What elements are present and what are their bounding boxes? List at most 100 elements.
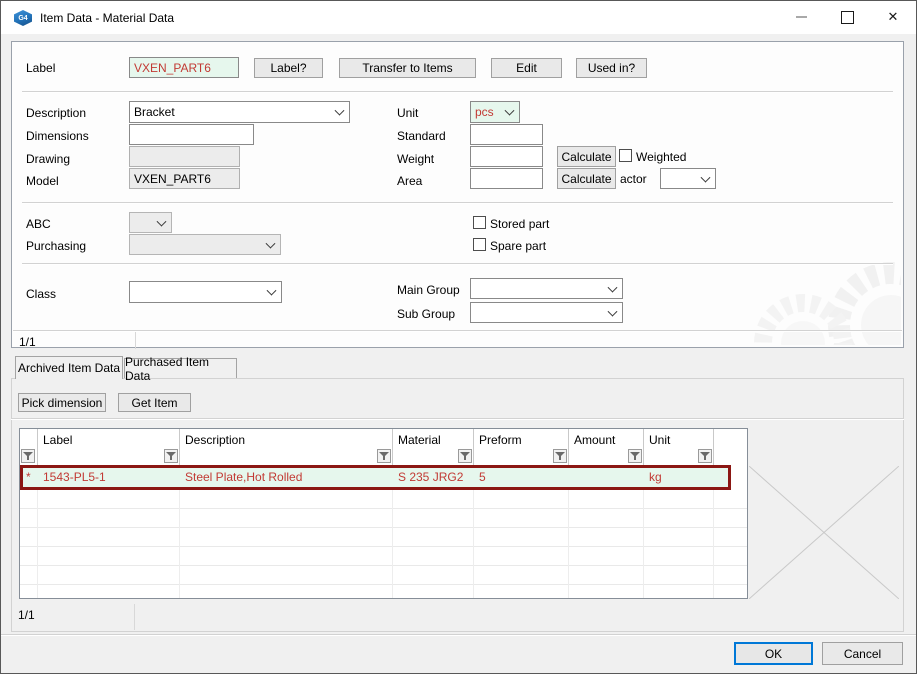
bottom-record-pager: 1/1 — [18, 608, 35, 622]
weight-input[interactable] — [470, 146, 543, 167]
column-header-description[interactable]: Description — [180, 429, 393, 465]
class-caption: Class — [26, 287, 56, 301]
chevron-down-icon — [505, 106, 515, 116]
transfer-to-items-button[interactable]: Transfer to Items — [339, 58, 476, 78]
drawing-caption: Drawing — [26, 152, 70, 166]
column-header-preform[interactable]: Preform — [474, 429, 569, 465]
ok-button[interactable]: OK — [734, 642, 813, 665]
gear-watermark — [741, 195, 901, 345]
filter-icon[interactable] — [21, 449, 35, 463]
used-in-button[interactable]: Used in? — [576, 58, 647, 78]
cell-unit: kg — [644, 465, 714, 490]
tab-archived-item-data[interactable]: Archived Item Data — [15, 356, 123, 379]
column-header-amount[interactable]: Amount — [569, 429, 644, 465]
main-group-combo[interactable] — [470, 278, 623, 299]
class-combo[interactable] — [129, 281, 282, 303]
area-input[interactable] — [470, 168, 543, 189]
unit-caption: Unit — [397, 106, 418, 120]
separator — [22, 91, 893, 93]
grid-header: Label Description Material Preform Amoun… — [20, 429, 747, 465]
grid-column-line — [643, 490, 644, 599]
get-item-button[interactable]: Get Item — [118, 393, 191, 412]
grid-column-line — [713, 490, 714, 599]
spare-part-checkbox[interactable] — [473, 238, 486, 251]
column-title: Unit — [649, 433, 670, 447]
column-title: Material — [398, 433, 441, 447]
cell-amount — [569, 465, 644, 490]
material-data-panel: Label Label? Transfer to Items Edit Used… — [11, 41, 904, 348]
top-record-pager: 1/1 — [19, 335, 36, 349]
pick-dimension-button[interactable]: Pick dimension — [18, 393, 106, 412]
chevron-down-icon — [608, 306, 618, 316]
window-title: Item Data - Material Data — [40, 11, 174, 25]
label-input[interactable] — [129, 57, 239, 78]
column-header-unit[interactable]: Unit — [644, 429, 714, 465]
calculate-weight-button[interactable]: Calculate — [557, 146, 616, 167]
separator — [22, 202, 893, 204]
factor-caption: actor — [620, 172, 647, 186]
app-icon: G4 — [14, 10, 32, 26]
separator — [22, 263, 893, 265]
chevron-down-icon — [157, 216, 167, 226]
maximize-button[interactable] — [824, 1, 870, 33]
abc-combo — [129, 212, 172, 233]
row-marker: * — [20, 465, 38, 490]
dimensions-caption: Dimensions — [26, 129, 89, 143]
unit-combo[interactable]: pcs — [470, 101, 520, 123]
grid-column-line — [179, 490, 180, 599]
table-row[interactable]: * 1543-PL5-1 Steel Plate,Hot Rolled S 23… — [20, 465, 747, 490]
filter-icon[interactable] — [164, 449, 178, 463]
standard-caption: Standard — [397, 129, 446, 143]
grid-column-line — [473, 490, 474, 599]
title-bar: G4 Item Data - Material Data ✕ — [1, 1, 916, 34]
calculate-area-button[interactable]: Calculate — [557, 168, 616, 189]
cell-label: 1543-PL5-1 — [38, 465, 180, 490]
row-selector-column-header — [20, 429, 38, 465]
spare-part-caption: Spare part — [490, 239, 546, 253]
column-title: Label — [43, 433, 72, 447]
stored-part-caption: Stored part — [490, 217, 549, 231]
column-header-label[interactable]: Label — [38, 429, 180, 465]
close-button[interactable]: ✕ — [870, 1, 916, 33]
standard-input[interactable] — [470, 124, 543, 145]
filter-icon[interactable] — [458, 449, 472, 463]
sub-group-combo[interactable] — [470, 302, 623, 323]
separator — [11, 418, 904, 420]
stored-part-checkbox[interactable] — [473, 216, 486, 229]
filter-icon[interactable] — [377, 449, 391, 463]
filter-icon[interactable] — [628, 449, 642, 463]
close-icon: ✕ — [888, 9, 899, 25]
description-value: Bracket — [134, 105, 175, 119]
label-question-button[interactable]: Label? — [254, 58, 323, 78]
dimensions-input[interactable] — [129, 124, 254, 145]
factor-combo[interactable] — [660, 168, 716, 189]
maximize-icon — [841, 11, 854, 24]
description-combo[interactable]: Bracket — [129, 101, 350, 123]
description-caption: Description — [26, 106, 86, 120]
image-placeholder-cross — [749, 466, 899, 599]
minimize-button[interactable] — [778, 1, 824, 33]
drawing-input — [129, 146, 240, 167]
area-caption: Area — [397, 174, 422, 188]
archived-items-grid: Label Description Material Preform Amoun… — [19, 428, 748, 599]
model-caption: Model — [26, 174, 59, 188]
filter-icon[interactable] — [698, 449, 712, 463]
weighted-checkbox[interactable] — [619, 149, 632, 162]
column-header-material[interactable]: Material — [393, 429, 474, 465]
cell-material: S 235 JRG2 — [393, 465, 474, 490]
sub-group-caption: Sub Group — [397, 307, 455, 321]
edit-button[interactable]: Edit — [491, 58, 562, 78]
tab-purchased-item-data[interactable]: Purchased Item Data — [124, 358, 237, 378]
cancel-button[interactable]: Cancel — [822, 642, 903, 665]
grid-column-line — [568, 490, 569, 599]
footer-separator — [1, 634, 916, 636]
item-data-dialog: G4 Item Data - Material Data ✕ Label Lab… — [0, 0, 917, 674]
grid-column-line — [37, 490, 38, 599]
chevron-down-icon — [267, 286, 277, 296]
grid-empty-rows[interactable] — [20, 490, 747, 599]
filter-icon[interactable] — [553, 449, 567, 463]
column-title: Amount — [574, 433, 615, 447]
cell-filler — [714, 465, 719, 490]
grid-column-line — [392, 490, 393, 599]
pager-divider — [134, 604, 135, 630]
